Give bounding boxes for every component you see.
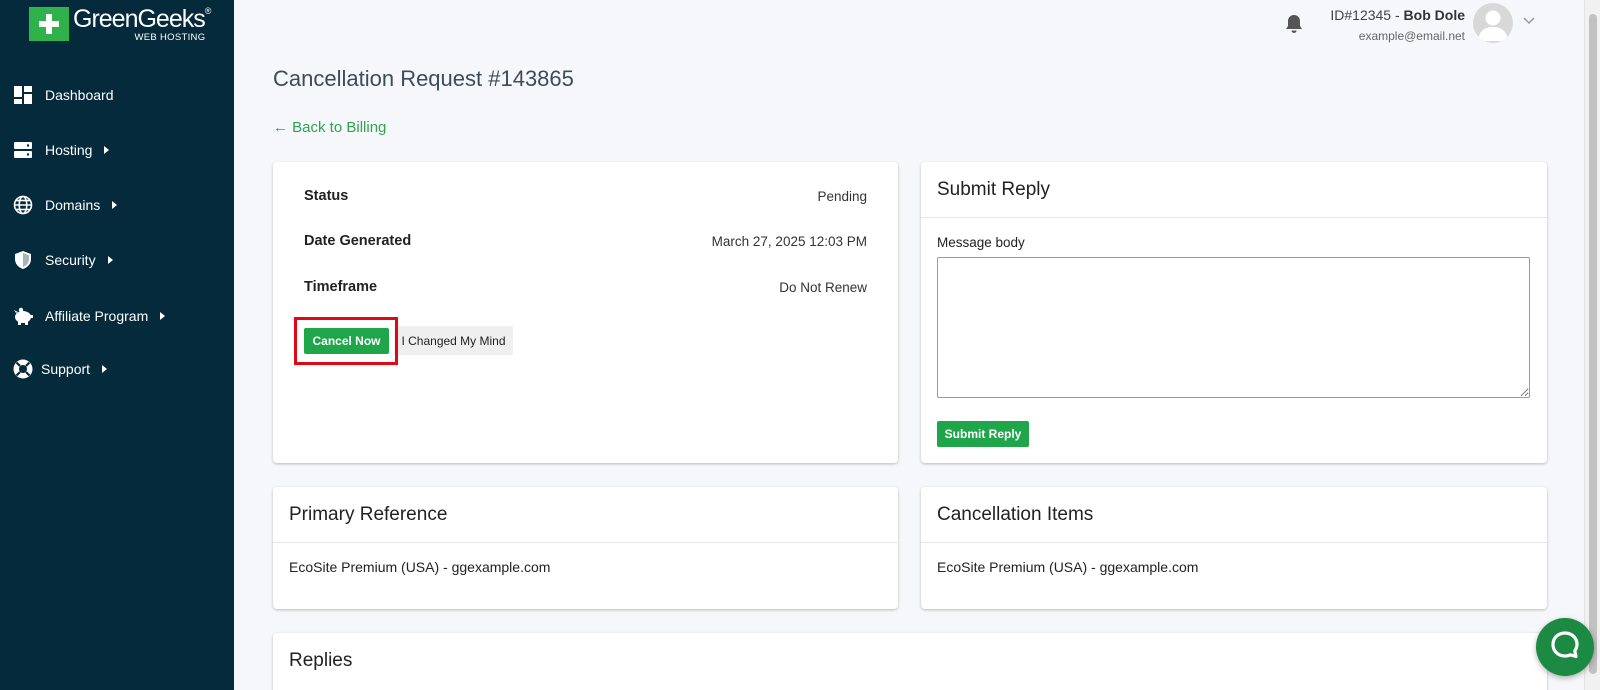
page-scrollbar[interactable] xyxy=(1584,0,1600,690)
shield-icon xyxy=(12,249,34,271)
date-generated-value: March 27, 2025 12:03 PM xyxy=(711,233,867,249)
page-title: Cancellation Request #143865 xyxy=(273,66,574,91)
logo-registered-mark: ® xyxy=(204,6,212,16)
caret-right-icon xyxy=(102,365,108,373)
chat-bubble-icon xyxy=(1549,629,1581,666)
caret-right-icon xyxy=(107,256,113,264)
piggy-bank-icon xyxy=(12,305,34,327)
caret-right-icon xyxy=(112,201,118,209)
sidebar-item-hosting[interactable]: Hosting xyxy=(12,136,110,164)
sidebar-item-label: Hosting xyxy=(45,142,93,158)
submit-reply-title: Submit Reply xyxy=(921,162,1547,218)
message-body-label: Message body xyxy=(937,235,1025,250)
dashboard-icon xyxy=(12,84,34,106)
caret-right-icon xyxy=(160,312,166,320)
primary-reference-text: EcoSite Premium (USA) - ggexample.com xyxy=(289,559,551,575)
submit-reply-button[interactable]: Submit Reply xyxy=(937,421,1029,447)
sidebar-item-domains[interactable]: Domains xyxy=(12,191,118,219)
scrollbar-thumb[interactable] xyxy=(1589,14,1597,674)
status-row: Status Pending xyxy=(304,188,867,204)
globe-icon xyxy=(12,194,34,216)
sidebar-item-support[interactable]: Support xyxy=(12,355,108,383)
cancellation-item-text: EcoSite Premium (USA) - ggexample.com xyxy=(937,559,1199,575)
plus-icon xyxy=(29,7,69,41)
sidebar-item-label: Affiliate Program xyxy=(45,308,149,324)
message-body-textarea[interactable] xyxy=(937,257,1530,398)
caret-right-icon xyxy=(104,146,110,154)
sidebar: GreenGeeks® WEB HOSTING Dashboard Hostin… xyxy=(0,0,234,690)
greengeeks-logo[interactable]: GreenGeeks® WEB HOSTING xyxy=(29,7,211,43)
logo-subtitle: WEB HOSTING xyxy=(134,32,206,43)
timeframe-value: Do Not Renew xyxy=(779,279,867,295)
date-generated-row: Date Generated March 27, 2025 12:03 PM xyxy=(304,233,867,249)
cancellation-items-title: Cancellation Items xyxy=(921,487,1547,543)
sidebar-item-security[interactable]: Security xyxy=(12,246,113,274)
user-info[interactable]: ID#12345 - Bob Dole example@email.net xyxy=(1330,7,1465,43)
sidebar-item-label: Dashboard xyxy=(45,87,114,103)
chevron-down-icon[interactable] xyxy=(1522,14,1536,28)
sidebar-item-label: Domains xyxy=(45,197,101,213)
lifebuoy-icon xyxy=(12,358,34,380)
timeframe-label: Timeframe xyxy=(304,279,378,295)
cancel-now-highlight xyxy=(294,317,398,365)
server-icon xyxy=(12,139,34,161)
cancellation-items-card: Cancellation Items EcoSite Premium (USA)… xyxy=(921,487,1547,609)
avatar[interactable] xyxy=(1473,3,1513,43)
sidebar-item-dashboard[interactable]: Dashboard xyxy=(12,81,114,109)
changed-my-mind-button[interactable]: I Changed My Mind xyxy=(394,326,513,355)
submit-reply-card: Submit Reply Message body Submit Reply xyxy=(921,162,1547,463)
user-email: example@email.net xyxy=(1358,29,1465,43)
date-generated-label: Date Generated xyxy=(304,233,412,249)
chat-button[interactable] xyxy=(1536,618,1594,676)
cancellation-details-card: Status Pending Date Generated March 27, … xyxy=(273,162,898,463)
status-label: Status xyxy=(304,188,349,204)
sidebar-item-label: Security xyxy=(45,252,96,268)
sidebar-item-affiliate-program[interactable]: Affiliate Program xyxy=(12,302,166,330)
timeframe-row: Timeframe Do Not Renew xyxy=(304,279,867,295)
bell-icon[interactable] xyxy=(1283,13,1305,35)
primary-reference-card: Primary Reference EcoSite Premium (USA) … xyxy=(273,487,898,609)
replies-card: Replies xyxy=(273,633,1547,690)
logo-name: GreenGeeks xyxy=(73,5,206,33)
primary-reference-title: Primary Reference xyxy=(273,487,898,543)
sidebar-item-label: Support xyxy=(41,361,91,377)
status-value: Pending xyxy=(817,188,867,204)
replies-title: Replies xyxy=(289,650,353,671)
user-id: ID#12345 - xyxy=(1330,7,1404,23)
user-name: Bob Dole xyxy=(1403,7,1465,23)
back-to-billing-link[interactable]: ← Back to Billing xyxy=(273,119,386,136)
